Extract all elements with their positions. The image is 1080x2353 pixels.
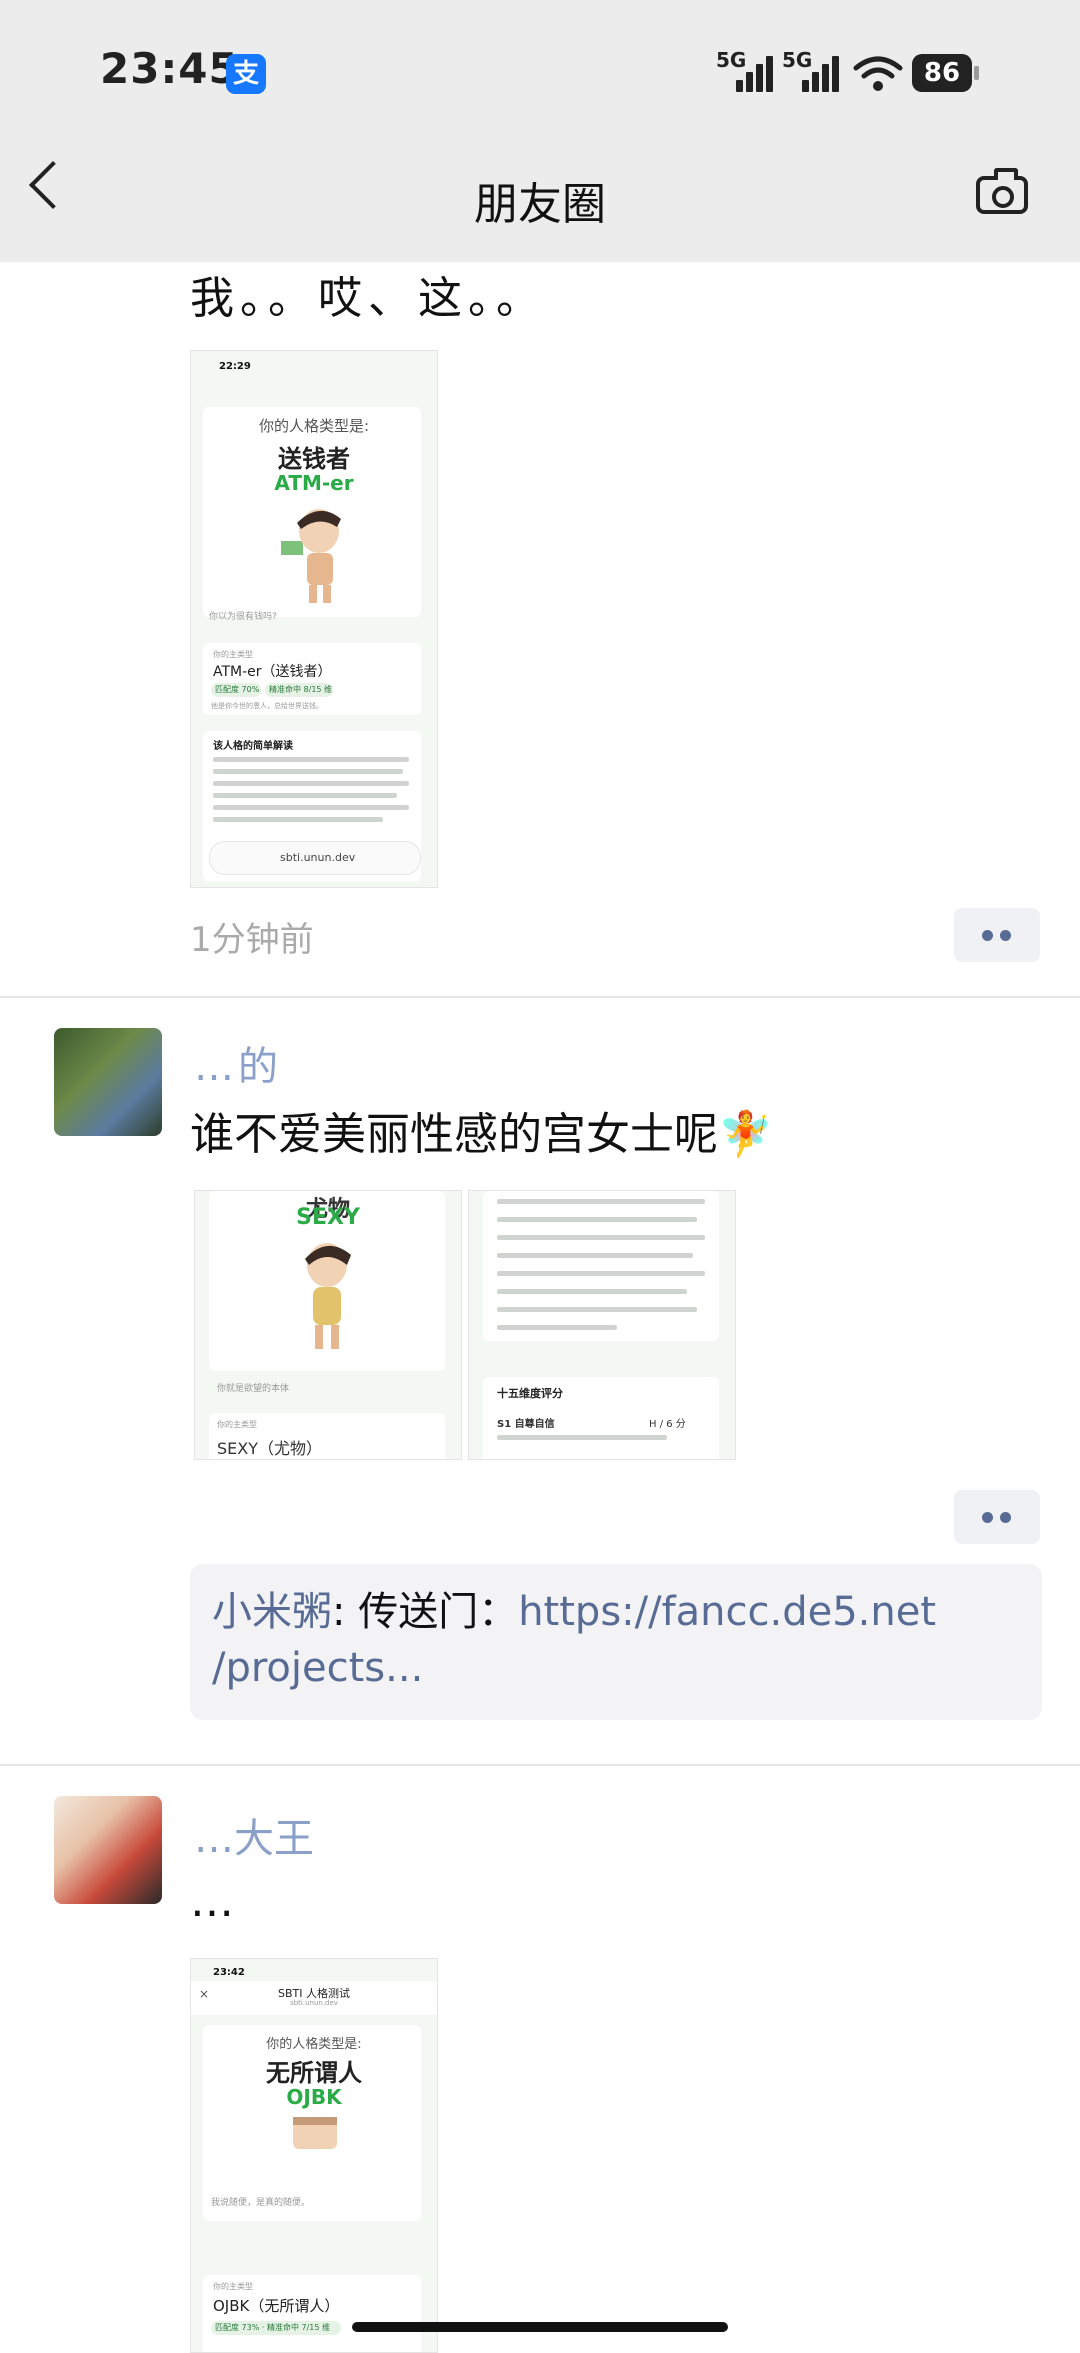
status-time: 23:45	[100, 44, 239, 93]
shot4-img-note: 我说随便，是真的随便。	[211, 2198, 311, 2208]
shot1-summary: 他是你今世的恩人，总给世界送钱。	[211, 702, 323, 710]
wifi-icon	[853, 56, 903, 91]
post-divider-1	[0, 996, 1080, 998]
shot1-match-pill: 匹配度 70%	[211, 683, 261, 697]
shot1-character-illustration	[281, 509, 341, 603]
post1-time: 1分钟前	[190, 920, 314, 960]
shot2-img-note: 你就是欲望的本体	[217, 1384, 290, 1394]
post1-image[interactable]: 22:29 你的人格类型是: 送钱者 ATM-er 你以为很有钱吗? 你的主类型…	[190, 350, 438, 888]
post2-more-button[interactable]	[954, 1490, 1040, 1544]
post2-image-1[interactable]: 尤物 SEXY 你就是欲望的本体 你的主类型 SEXY（尤物）	[194, 1190, 462, 1460]
shot1-status-time: 22:29	[219, 361, 251, 372]
comment-author[interactable]: 小米粥	[212, 1589, 332, 1635]
post2-comment-box: 小米粥: 传送门：https://fancc.de5.net /projects…	[190, 1564, 1042, 1720]
page-title: 朋友圈	[474, 179, 606, 230]
shot4-type-name: 无所谓人	[266, 2059, 362, 2087]
shot4-type-code: OJBK	[286, 2085, 342, 2109]
post-divider-2	[0, 1764, 1080, 1766]
home-indicator	[352, 2322, 728, 2332]
shot4-page-url: sbti.unun.dev	[290, 1999, 338, 2007]
shot4-main-type: OJBK（无所谓人）	[213, 2297, 340, 2315]
avatar-post3[interactable]	[54, 1796, 162, 1904]
post2-author-name[interactable]: …的	[194, 1034, 282, 1092]
shot3-row-value: H / 6 分	[649, 1419, 686, 1430]
comment-separator: :	[332, 1589, 359, 1635]
signal-icon-1: 5G	[716, 48, 776, 92]
alipay-icon: 支	[226, 54, 266, 94]
shot4-character-illustration	[293, 2117, 337, 2149]
comment-text: 传送门：	[358, 1589, 519, 1635]
shot2-type-code: SEXY	[296, 1205, 360, 1230]
camera-icon[interactable]	[976, 168, 1028, 214]
battery-icon: 86	[912, 54, 972, 92]
shot4-main-label: 你的主类型	[213, 2282, 253, 2291]
comment-link[interactable]: https://fancc.de5.net	[518, 1589, 936, 1635]
signal-icon-2: 5G	[782, 48, 842, 92]
post3-author-name[interactable]: …大王	[194, 1806, 314, 1864]
shot1-type-name: 送钱者	[278, 445, 350, 473]
shot1-type-label: 你的人格类型是:	[258, 417, 370, 435]
shot4-type-label: 你的人格类型是:	[266, 2037, 362, 2052]
shot1-main-type: ATM-er（送钱者）	[213, 664, 332, 680]
post2-image-2[interactable]: 十五维度评分 S1 自尊自信 H / 6 分	[468, 1190, 736, 1460]
shot3-row-label: S1 自尊自信	[497, 1419, 555, 1430]
post2-time	[190, 1492, 310, 1522]
shot1-url-bar: sbti.unun.dev	[209, 841, 421, 875]
post2-content: 谁不爱美丽性感的宫女士呢🧚	[190, 1109, 773, 1160]
shot4-status-time: 23:42	[213, 1967, 245, 1978]
shot3-section-title: 十五维度评分	[497, 1387, 563, 1400]
shot4-match-pill: 匹配度 73% · 精准命中 7/15 维	[211, 2321, 341, 2335]
shot2-main-label: 你的主类型	[217, 1420, 257, 1429]
shot1-main-label: 你的主类型	[213, 650, 253, 659]
post1-content: 我。。哎、这。。	[190, 273, 546, 324]
battery-tip	[974, 66, 979, 80]
shot2-character-illustration	[305, 1243, 351, 1349]
post3-content: …	[190, 1876, 234, 1927]
comment-link-cont[interactable]: /projects...	[212, 1645, 423, 1691]
post1-more-button[interactable]	[954, 908, 1040, 962]
top-bar: 23:45 支 5G 5G 86 朋友圈	[0, 0, 1080, 262]
comment-item: 小米粥: 传送门：https://fancc.de5.net /projects…	[190, 1564, 1042, 1716]
shot3-text-card	[483, 1191, 719, 1341]
shot1-type-code: ATM-er	[274, 471, 354, 495]
avatar-post2[interactable]	[54, 1028, 162, 1136]
shot1-section-title: 该人格的简单解读	[213, 741, 293, 752]
shot2-main-type: SEXY（尤物）	[217, 1439, 323, 1458]
shot1-hit-pill: 精准命中 8/15 维	[265, 683, 333, 697]
shot1-img-note: 你以为很有钱吗?	[209, 612, 277, 622]
post3-image[interactable]: 23:42 × SBTI 人格测试 sbti.unun.dev 你的人格类型是:…	[190, 1958, 438, 2353]
